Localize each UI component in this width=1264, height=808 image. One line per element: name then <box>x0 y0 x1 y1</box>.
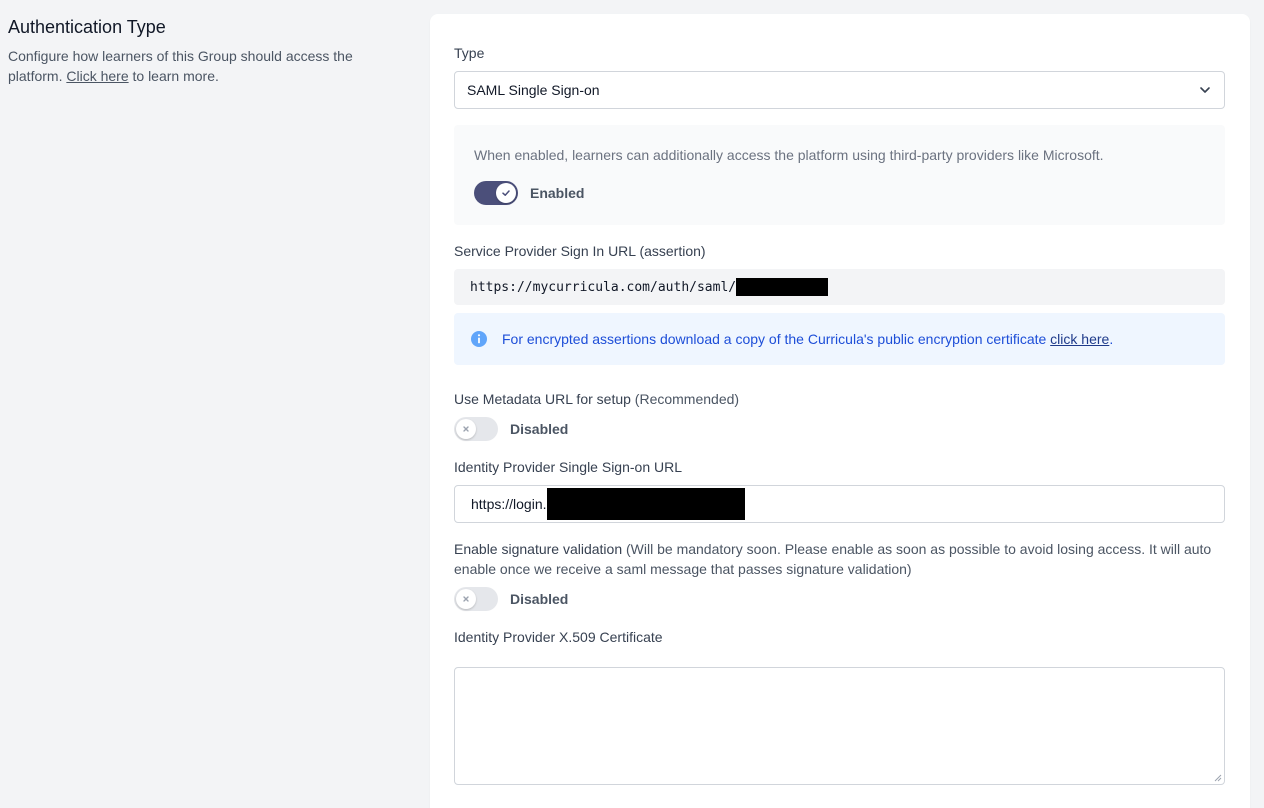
metadata-toggle-label: Disabled <box>510 421 569 437</box>
certificate-label: Identity Provider X.509 Certificate <box>454 629 663 645</box>
sso-description: When enabled, learners can additionally … <box>474 147 1104 163</box>
sp-signin-url-value: https://mycurricula.com/auth/saml/ <box>470 279 737 295</box>
sso-enabled-toggle[interactable] <box>474 181 518 205</box>
metadata-label-hint: (Recommended) <box>634 391 740 407</box>
page: Authentication Type Configure how learne… <box>0 0 1264 808</box>
encryption-info-message: For encrypted assertions download a copy… <box>502 331 1047 347</box>
learn-more-link[interactable]: Click here <box>66 68 128 84</box>
signature-validation-toggle[interactable] <box>454 587 498 611</box>
chevron-down-icon <box>1200 87 1210 93</box>
section-description-suffix: to learn more. <box>132 68 219 84</box>
redacted-block <box>546 488 745 520</box>
metadata-toggle[interactable] <box>454 417 498 441</box>
signature-label: Enable signature validation (Will be man… <box>454 541 1211 577</box>
sp-signin-url: https://mycurricula.com/auth/saml/ <box>454 269 1225 305</box>
redacted-block <box>736 278 829 296</box>
idp-url-label: Identity Provider Single Sign-on URL <box>454 459 683 475</box>
check-icon <box>496 183 516 203</box>
encryption-info-end: . <box>1109 331 1114 347</box>
sp-signin-label: Service Provider Sign In URL (assertion) <box>454 243 706 259</box>
idp-url-value: https://login. <box>471 496 547 512</box>
resize-handle-icon[interactable] <box>1214 774 1222 782</box>
sso-info-box: When enabled, learners can additionally … <box>454 125 1225 225</box>
metadata-label-text: Use Metadata URL for setup <box>454 391 631 407</box>
section-header: Authentication Type Configure how learne… <box>8 16 398 86</box>
download-certificate-link[interactable]: click here <box>1050 331 1109 347</box>
x-icon <box>456 419 476 439</box>
signature-label-text: Enable signature validation <box>454 541 623 557</box>
type-select[interactable]: SAML Single Sign-on <box>454 71 1225 109</box>
type-label: Type <box>454 43 1225 63</box>
encryption-info-banner: For encrypted assertions download a copy… <box>454 313 1225 365</box>
encryption-info-text: For encrypted assertions download a copy… <box>502 331 1113 347</box>
x-icon <box>456 589 476 609</box>
section-description: Configure how learners of this Group sho… <box>8 46 398 86</box>
section-title: Authentication Type <box>8 17 166 37</box>
sso-toggle-label: Enabled <box>530 185 585 201</box>
certificate-textarea[interactable] <box>454 667 1225 785</box>
metadata-label: Use Metadata URL for setup (Recommended) <box>454 391 739 407</box>
type-select-value: SAML Single Sign-on <box>467 82 600 98</box>
type-label-text: Type <box>454 45 485 61</box>
settings-card: Type SAML Single Sign-on When enabled, l… <box>430 14 1250 808</box>
info-icon <box>471 331 487 347</box>
idp-url-input[interactable]: https://login. <box>454 485 1225 523</box>
signature-toggle-label: Disabled <box>510 591 569 607</box>
